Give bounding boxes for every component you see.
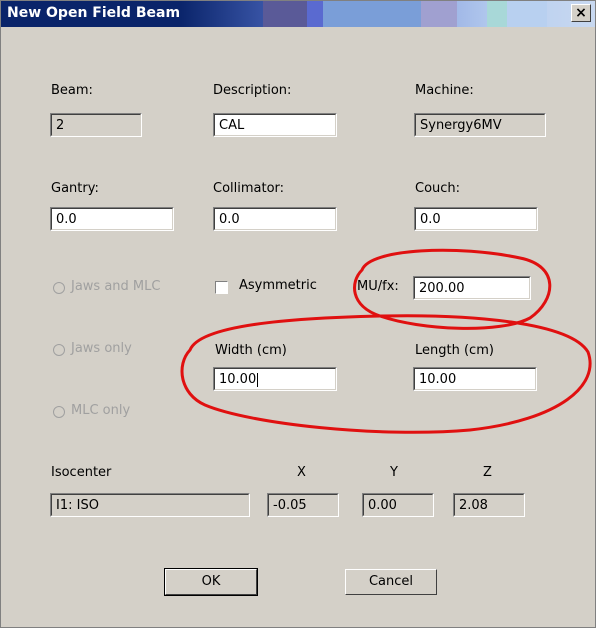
title-bar[interactable]: New Open Field Beam ×: [1, 1, 595, 27]
y-field: 0.00: [362, 493, 434, 517]
z-label: Z: [483, 465, 492, 480]
jaws-only-radio[interactable]: [53, 344, 65, 356]
window-title: New Open Field Beam: [7, 5, 181, 21]
couch-label: Couch:: [415, 181, 461, 196]
mu-fx-label: MU/fx:: [357, 279, 399, 294]
jaws-only-label: Jaws only: [71, 341, 132, 356]
gantry-input[interactable]: 0.0: [50, 207, 174, 231]
y-label: Y: [390, 465, 398, 480]
mlc-only-label: MLC only: [71, 403, 131, 418]
z-field: 2.08: [453, 493, 525, 517]
collimator-label: Collimator:: [213, 181, 285, 196]
mlc-only-radio[interactable]: [53, 406, 65, 418]
asymmetric-label: Asymmetric: [239, 278, 317, 293]
x-field: -0.05: [267, 493, 339, 517]
width-input[interactable]: 10.00: [213, 367, 337, 391]
beam-field: 2: [50, 113, 142, 137]
isocenter-field: I1: ISO: [50, 493, 250, 517]
width-label: Width (cm): [215, 343, 287, 358]
cancel-button[interactable]: Cancel: [345, 569, 437, 595]
mu-fx-input[interactable]: 200.00: [413, 276, 531, 300]
machine-field: Synergy6MV: [414, 113, 546, 137]
close-icon: ×: [575, 5, 587, 21]
x-label: X: [297, 465, 306, 480]
ok-button[interactable]: OK: [164, 568, 258, 596]
machine-label: Machine:: [415, 83, 474, 98]
close-button[interactable]: ×: [571, 4, 591, 22]
length-label: Length (cm): [415, 343, 494, 358]
gantry-label: Gantry:: [51, 181, 99, 196]
jaws-and-mlc-label: Jaws and MLC: [71, 279, 161, 294]
length-input[interactable]: 10.00: [413, 367, 537, 391]
asymmetric-checkbox[interactable]: [215, 281, 228, 294]
dialog-window: New Open Field Beam × Beam: 2 Descriptio…: [0, 0, 596, 628]
text-caret: [257, 372, 259, 387]
collimator-input[interactable]: 0.0: [213, 207, 337, 231]
isocenter-label: Isocenter: [51, 465, 112, 480]
description-input[interactable]: CAL: [213, 113, 337, 137]
beam-label: Beam:: [51, 83, 93, 98]
description-label: Description:: [213, 83, 292, 98]
jaws-and-mlc-radio[interactable]: [53, 282, 65, 294]
couch-input[interactable]: 0.0: [414, 207, 538, 231]
